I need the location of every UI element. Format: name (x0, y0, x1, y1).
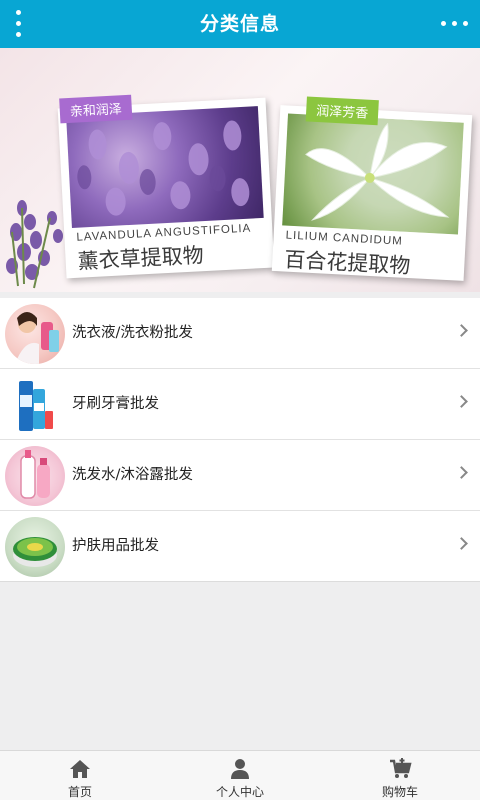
tab-label: 个人中心 (215, 785, 264, 799)
category-label: 护肤用品批发 (72, 538, 159, 554)
lily-tag: 润泽芳香 (305, 96, 379, 126)
lily-photo (282, 113, 464, 235)
category-label: 洗衣液/洗衣粉批发 (72, 325, 193, 341)
promo-banner[interactable]: 亲和润泽 LAVANDULA ANGUSTIFOLIA 薰衣草提取物 润泽芳香 … (0, 48, 480, 292)
page-title: 分类信息 (199, 13, 280, 35)
lily-card: 润泽芳香 LILIUM CANDIDUM 百合花提取物 (271, 96, 473, 281)
lily-name: 百合花提取物 (283, 247, 411, 279)
tab-cart[interactable]: 购物车 (320, 751, 480, 800)
bottom-tab-bar: 首页 个人中心 购物车 (0, 750, 480, 800)
category-item-laundry[interactable]: 洗衣液/洗衣粉批发 (0, 298, 480, 369)
chevron-right-icon (455, 395, 468, 408)
home-icon (70, 760, 90, 778)
category-item-shampoo[interactable]: 洗发水/沐浴露批发 (0, 440, 480, 511)
chevron-right-icon (455, 324, 468, 337)
chevron-right-icon (455, 466, 468, 479)
tab-home[interactable]: 首页 (0, 751, 160, 800)
cart-icon (390, 758, 412, 778)
category-list: 洗衣液/洗衣粉批发 牙刷牙膏批发 洗发水/沐浴露批发 护肤用品批发 (0, 298, 480, 582)
toothpaste-icon (5, 375, 65, 435)
tab-label: 首页 (67, 785, 92, 799)
category-label: 牙刷牙膏批发 (72, 396, 159, 412)
lavender-card: 亲和润泽 LAVANDULA ANGUSTIFOLIA 薰衣草提取物 (57, 94, 275, 279)
lavender-tag: 亲和润泽 (59, 94, 133, 124)
shampoo-icon (5, 446, 65, 506)
category-label: 洗发水/沐浴露批发 (72, 467, 193, 483)
category-item-toothpaste[interactable]: 牙刷牙膏批发 (0, 369, 480, 440)
laundry-detergent-icon (5, 304, 65, 364)
skincare-icon (5, 517, 65, 577)
lavender-photo (66, 106, 264, 228)
more-button[interactable] (440, 12, 470, 36)
tab-label: 购物车 (381, 785, 418, 799)
category-item-skincare[interactable]: 护肤用品批发 (0, 511, 480, 582)
chevron-right-icon (455, 537, 468, 550)
top-bar: 分类信息 (0, 0, 480, 48)
tab-profile[interactable]: 个人中心 (160, 751, 320, 800)
user-icon (231, 759, 249, 779)
